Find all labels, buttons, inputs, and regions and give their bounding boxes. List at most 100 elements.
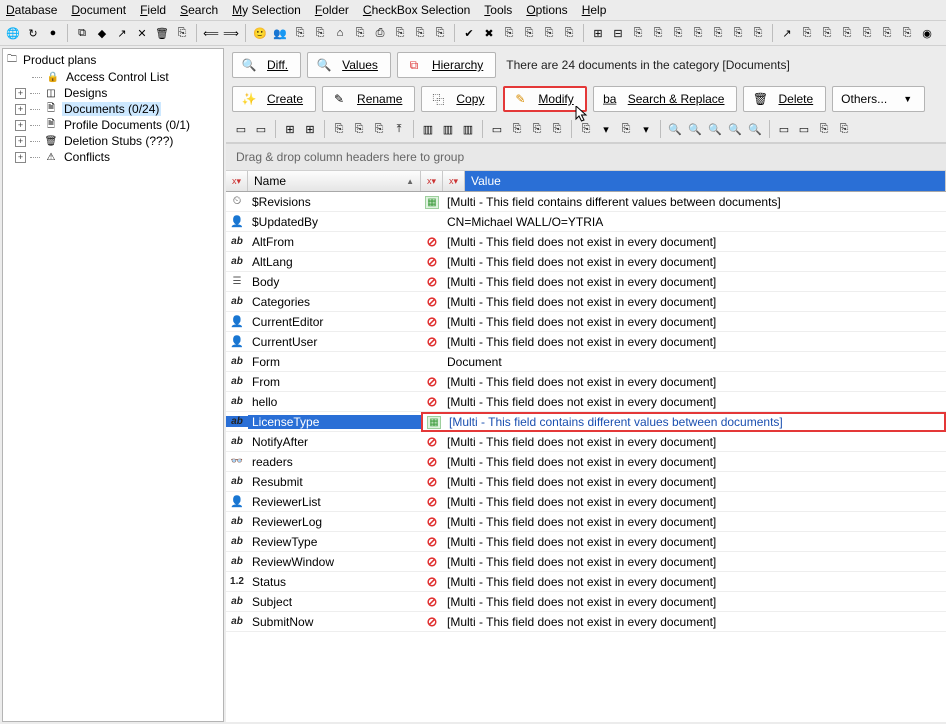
tree-item-access[interactable]: 🔒Access Control List [5, 69, 221, 85]
toolbar-icon-1[interactable]: ↻ [24, 24, 42, 42]
grid-body[interactable]: ⏲$Revisions▦[Multi - This field contains… [226, 192, 946, 722]
grid-tool-icon-21[interactable]: ▾ [597, 120, 615, 138]
toolbar-icon-32[interactable]: ⊞ [589, 24, 607, 42]
toolbar-icon-8[interactable]: 🗑 [153, 24, 171, 42]
grid-tool-icon-15[interactable]: ▭ [488, 120, 506, 138]
menu-database[interactable]: Database [6, 3, 57, 17]
toolbar-icon-30[interactable]: ⎘ [560, 24, 578, 42]
grid-tool-icon-23[interactable]: ▾ [637, 120, 655, 138]
toolbar-icon-4[interactable]: ⧉ [73, 24, 91, 42]
grid-tool-icon-29[interactable]: 🔍 [746, 120, 764, 138]
toolbar-icon-47[interactable]: ⎘ [878, 24, 896, 42]
menu-folder[interactable]: Folder [315, 3, 349, 17]
copy-button[interactable]: ⿻Copy [421, 86, 497, 112]
values-button[interactable]: 🔍Values [307, 52, 391, 78]
col-value[interactable]: Value [465, 171, 946, 191]
grid-row[interactable]: 👤CurrentEditor⊘[Multi - This field does … [226, 312, 946, 332]
toolbar-icon-7[interactable]: ✕ [133, 24, 151, 42]
menu-my-selection[interactable]: My Selection [232, 3, 301, 17]
toolbar-icon-22[interactable]: ⎘ [411, 24, 429, 42]
tree-item-conflicts[interactable]: +⚠Conflicts [5, 149, 221, 165]
toolbar-icon-15[interactable]: 👥 [271, 24, 289, 42]
toolbar-icon-28[interactable]: ⎘ [520, 24, 538, 42]
grouping-bar[interactable]: Drag & drop column headers here to group [226, 143, 946, 171]
grid-tool-icon-7[interactable]: ⎘ [350, 120, 368, 138]
toolbar-icon-49[interactable]: ◉ [918, 24, 936, 42]
toolbar-icon-45[interactable]: ⎘ [838, 24, 856, 42]
menu-options[interactable]: Options [526, 3, 567, 17]
menu-help[interactable]: Help [582, 3, 607, 17]
col-filter-1[interactable]: x▾ [226, 171, 248, 191]
grid-tool-icon-18[interactable]: ⎘ [548, 120, 566, 138]
grid-row[interactable]: abReviewWindow⊘[Multi - This field does … [226, 552, 946, 572]
grid-tool-icon-9[interactable]: ⤒ [390, 120, 408, 138]
grid-row[interactable]: abReviewerLog⊘[Multi - This field does n… [226, 512, 946, 532]
grid-tool-icon-28[interactable]: 🔍 [726, 120, 744, 138]
toolbar-icon-14[interactable]: 🙂 [251, 24, 269, 42]
toolbar-icon-37[interactable]: ⎘ [689, 24, 707, 42]
grid-row[interactable]: abReviewType⊘[Multi - This field does no… [226, 532, 946, 552]
grid-tool-icon-12[interactable]: ▥ [439, 120, 457, 138]
grid-tool-icon-33[interactable]: ⎘ [815, 120, 833, 138]
expand-icon[interactable]: + [15, 120, 26, 131]
diff-button[interactable]: 🔍Diff. [232, 52, 301, 78]
toolbar-icon-2[interactable]: ● [44, 24, 62, 42]
grid-tool-icon-4[interactable]: ⊞ [301, 120, 319, 138]
toolbar-icon-40[interactable]: ⎘ [749, 24, 767, 42]
expand-icon[interactable]: + [15, 136, 26, 147]
grid-row[interactable]: abAltLang⊘[Multi - This field does not e… [226, 252, 946, 272]
grid-tool-icon-27[interactable]: 🔍 [706, 120, 724, 138]
grid-row[interactable]: ⏲$Revisions▦[Multi - This field contains… [226, 192, 946, 212]
tree-pane[interactable]: 🗀 Product plans 🔒Access Control List+◫De… [2, 48, 224, 722]
expand-icon[interactable]: + [15, 152, 26, 163]
toolbar-icon-21[interactable]: ⎘ [391, 24, 409, 42]
grid-tool-icon-6[interactable]: ⎘ [330, 120, 348, 138]
toolbar-icon-42[interactable]: ↗ [778, 24, 796, 42]
grid-tool-icon-22[interactable]: ⎘ [617, 120, 635, 138]
toolbar-icon-16[interactable]: ⎘ [291, 24, 309, 42]
grid-row[interactable]: ☰Body⊘[Multi - This field does not exist… [226, 272, 946, 292]
toolbar-icon-43[interactable]: ⎘ [798, 24, 816, 42]
grid-row[interactable]: abSubmitNow⊘[Multi - This field does not… [226, 612, 946, 632]
tree-item-profile[interactable]: +🗎Profile Documents (0/1) [5, 117, 221, 133]
grid-row[interactable]: abhello⊘[Multi - This field does not exi… [226, 392, 946, 412]
toolbar-icon-19[interactable]: ⎘ [351, 24, 369, 42]
toolbar-icon-9[interactable]: ⎘ [173, 24, 191, 42]
grid-row[interactable]: 👓readers⊘[Multi - This field does not ex… [226, 452, 946, 472]
modify-button[interactable]: ✎Modify [503, 86, 586, 112]
grid-tool-icon-3[interactable]: ⊞ [281, 120, 299, 138]
grid-tool-icon-13[interactable]: ▥ [459, 120, 477, 138]
others-button[interactable]: Others...▼ [832, 86, 925, 112]
grid-row[interactable]: abAltFrom⊘[Multi - This field does not e… [226, 232, 946, 252]
col-name[interactable]: Name [248, 171, 421, 191]
menu-search[interactable]: Search [180, 3, 218, 17]
grid-row[interactable]: abFrom⊘[Multi - This field does not exis… [226, 372, 946, 392]
create-button[interactable]: ✨Create [232, 86, 316, 112]
toolbar-icon-44[interactable]: ⎘ [818, 24, 836, 42]
toolbar-icon-36[interactable]: ⎘ [669, 24, 687, 42]
col-filter-3[interactable]: x▾ [443, 171, 465, 191]
tree-item-deletion[interactable]: +🗑Deletion Stubs (???) [5, 133, 221, 149]
grid-row[interactable]: 👤$UpdatedByCN=Michael WALL/O=YTRIA [226, 212, 946, 232]
delete-button[interactable]: 🗑Delete [743, 86, 826, 112]
toolbar-icon-0[interactable]: 🌐 [4, 24, 22, 42]
grid-tool-icon-0[interactable]: ▭ [232, 120, 250, 138]
toolbar-icon-35[interactable]: ⎘ [649, 24, 667, 42]
grid-tool-icon-20[interactable]: ⎘ [577, 120, 595, 138]
tree-item-designs[interactable]: +◫Designs [5, 85, 221, 101]
tree-root[interactable]: 🗀 Product plans [5, 53, 221, 67]
grid-row[interactable]: abCategories⊘[Multi - This field does no… [226, 292, 946, 312]
toolbar-icon-11[interactable]: ⟸ [202, 24, 220, 42]
menu-field[interactable]: Field [140, 3, 166, 17]
menu-checkbox-selection[interactable]: CheckBox Selection [363, 3, 470, 17]
tree-item-documents[interactable]: +🗎Documents (0/24) [5, 101, 221, 117]
grid-row[interactable]: abResubmit⊘[Multi - This field does not … [226, 472, 946, 492]
grid-tool-icon-8[interactable]: ⎘ [370, 120, 388, 138]
toolbar-icon-38[interactable]: ⎘ [709, 24, 727, 42]
menu-document[interactable]: Document [71, 3, 126, 17]
toolbar-icon-18[interactable]: ⌂ [331, 24, 349, 42]
grid-tool-icon-25[interactable]: 🔍 [666, 120, 684, 138]
menu-tools[interactable]: Tools [484, 3, 512, 17]
toolbar-icon-46[interactable]: ⎘ [858, 24, 876, 42]
grid-tool-icon-16[interactable]: ⎘ [508, 120, 526, 138]
